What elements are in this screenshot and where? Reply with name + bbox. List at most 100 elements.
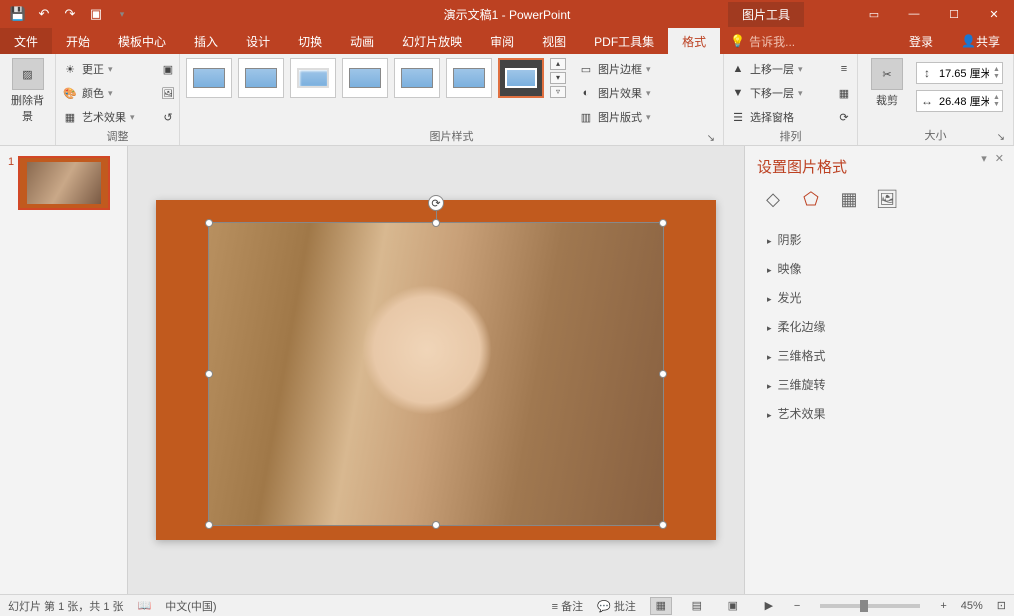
tab-home[interactable]: 开始 — [52, 28, 104, 54]
login-button[interactable]: 登录 — [895, 28, 947, 54]
section-3drotate[interactable]: 三维旋转 — [757, 370, 1002, 399]
qat-customize-button[interactable]: ▾ — [110, 2, 134, 26]
styles-dialog-launcher[interactable]: ↘ — [707, 133, 715, 144]
style-item-5[interactable] — [394, 58, 440, 98]
corrections-button[interactable]: ☀更正 ▾ — [62, 58, 113, 80]
reset-picture-button[interactable]: ↺ — [160, 106, 176, 128]
fill-line-icon[interactable]: ◇ — [761, 187, 785, 211]
tab-animation[interactable]: 动画 — [336, 28, 388, 54]
rotate-button[interactable]: ⟳ — [836, 106, 852, 128]
style-item-3[interactable] — [290, 58, 336, 98]
send-backward-button[interactable]: ▼下移一层 ▾ — [730, 82, 803, 104]
color-button[interactable]: 🎨颜色 ▾ — [62, 82, 113, 104]
resize-handle-e[interactable] — [659, 370, 667, 378]
align-button[interactable]: ≡ — [836, 58, 852, 80]
tab-view[interactable]: 视图 — [528, 28, 580, 54]
tab-design[interactable]: 设计 — [232, 28, 284, 54]
picture-layout-button[interactable]: ▥图片版式 ▾ — [578, 106, 651, 128]
zoom-in-button[interactable]: + — [940, 600, 946, 612]
rotation-handle[interactable]: ⟳ — [428, 195, 444, 211]
language-indicator[interactable]: 中文(中国) — [165, 598, 216, 614]
style-item-1[interactable] — [186, 58, 232, 98]
tab-template[interactable]: 模板中心 — [104, 28, 180, 54]
width-field[interactable] — [939, 95, 989, 107]
share-button[interactable]: 👤 共享 — [947, 28, 1014, 54]
resize-handle-sw[interactable] — [205, 521, 213, 529]
slideshow-view-button[interactable]: ▶ — [758, 597, 780, 615]
thumbnail-1[interactable]: 1 — [8, 156, 119, 210]
comments-button[interactable]: 💬 批注 — [597, 598, 636, 614]
section-shadow[interactable]: 阴影 — [757, 225, 1002, 254]
tell-me-search[interactable]: 💡告诉我... — [730, 28, 795, 54]
compress-pictures-button[interactable]: ▣ — [160, 58, 176, 80]
save-button[interactable]: 💾 — [6, 2, 30, 26]
tab-format[interactable]: 格式 — [668, 28, 720, 54]
section-softedge[interactable]: 柔化边缘 — [757, 312, 1002, 341]
style-item-6[interactable] — [446, 58, 492, 98]
height-input[interactable]: ↕ ▲▼ — [916, 62, 1003, 84]
ribbon-options-button[interactable]: ▭ — [854, 0, 894, 28]
size-props-icon[interactable]: ▦ — [837, 187, 861, 211]
group-button[interactable]: ▦ — [836, 82, 852, 104]
reading-view-button[interactable]: ▣ — [722, 597, 744, 615]
section-3dformat[interactable]: 三维格式 — [757, 341, 1002, 370]
resize-handle-w[interactable] — [205, 370, 213, 378]
redo-button[interactable]: ↷ — [58, 2, 82, 26]
resize-handle-ne[interactable] — [659, 219, 667, 227]
layout-icon: ▥ — [578, 109, 594, 125]
normal-view-button[interactable]: ▦ — [650, 597, 672, 615]
resize-handle-se[interactable] — [659, 521, 667, 529]
maximize-button[interactable]: ☐ — [934, 0, 974, 28]
artistic-effects-button[interactable]: ▦艺术效果 ▾ — [62, 106, 135, 128]
fit-window-button[interactable]: ⊡ — [997, 599, 1006, 612]
resize-handle-n[interactable] — [432, 219, 440, 227]
crop-button[interactable]: ✂ 裁剪 — [864, 58, 910, 108]
picture-pane-icon[interactable]: 🖼 — [875, 187, 899, 211]
section-glow[interactable]: 发光 — [757, 283, 1002, 312]
height-spinner[interactable]: ▲▼ — [993, 66, 1000, 80]
tab-insert[interactable]: 插入 — [180, 28, 232, 54]
sorter-view-button[interactable]: ▤ — [686, 597, 708, 615]
remove-background-button[interactable]: ▨ 删除背景 — [6, 58, 49, 124]
slide-canvas[interactable]: ⟳ — [156, 200, 716, 540]
size-dialog-launcher[interactable]: ↘ — [997, 132, 1005, 143]
slide-counter[interactable]: 幻灯片 第 1 张，共 1 张 — [8, 598, 124, 614]
resize-handle-nw[interactable] — [205, 219, 213, 227]
spellcheck-icon[interactable]: 📖 — [138, 599, 152, 612]
section-artistic[interactable]: 艺术效果 — [757, 399, 1002, 428]
close-button[interactable]: ✕ — [974, 0, 1014, 28]
width-input[interactable]: ↔ ▲▼ — [916, 90, 1003, 112]
minimize-button[interactable]: — — [894, 0, 934, 28]
resize-handle-s[interactable] — [432, 521, 440, 529]
style-item-4[interactable] — [342, 58, 388, 98]
undo-button[interactable]: ↶ — [32, 2, 56, 26]
picture-border-button[interactable]: ▭图片边框 ▾ — [578, 58, 651, 80]
change-picture-button[interactable]: 🖼 — [160, 82, 176, 104]
group-picture-styles: ▴▾▿ ▭图片边框 ▾ ◐图片效果 ▾ ▥图片版式 ▾ 图片样式↘ — [180, 54, 724, 145]
zoom-slider[interactable] — [820, 604, 920, 608]
pane-options-button[interactable]: ▾ — [981, 152, 987, 165]
notes-button[interactable]: ≡ 备注 — [552, 598, 583, 614]
picture-effects-button[interactable]: ◐图片效果 ▾ — [578, 82, 651, 104]
start-from-beginning-button[interactable]: ▣ — [84, 2, 108, 26]
pane-close-button[interactable]: ✕ — [995, 152, 1004, 165]
section-reflection[interactable]: 映像 — [757, 254, 1002, 283]
bring-forward-button[interactable]: ▲上移一层 ▾ — [730, 58, 803, 80]
selection-pane-button[interactable]: ☰选择窗格 — [730, 106, 794, 128]
zoom-out-button[interactable]: − — [794, 600, 800, 612]
height-field[interactable] — [939, 67, 989, 79]
slide-editor[interactable]: ⟳ — [128, 146, 744, 594]
tab-transition[interactable]: 切换 — [284, 28, 336, 54]
style-item-7[interactable] — [498, 58, 544, 98]
width-spinner[interactable]: ▲▼ — [993, 94, 1000, 108]
gallery-scroll[interactable]: ▴▾▿ — [550, 58, 566, 98]
tab-pdf[interactable]: PDF工具集 — [580, 28, 668, 54]
picture-selection[interactable]: ⟳ — [208, 222, 664, 526]
tab-file[interactable]: 文件 — [0, 28, 52, 54]
zoom-percent[interactable]: 45% — [961, 600, 983, 612]
effects-pane-icon[interactable]: ⬠ — [799, 187, 823, 211]
titlebar: 💾 ↶ ↷ ▣ ▾ 演示文稿1 - PowerPoint 图片工具 ▭ — ☐ … — [0, 0, 1014, 28]
tab-slideshow[interactable]: 幻灯片放映 — [388, 28, 476, 54]
style-item-2[interactable] — [238, 58, 284, 98]
tab-review[interactable]: 审阅 — [476, 28, 528, 54]
